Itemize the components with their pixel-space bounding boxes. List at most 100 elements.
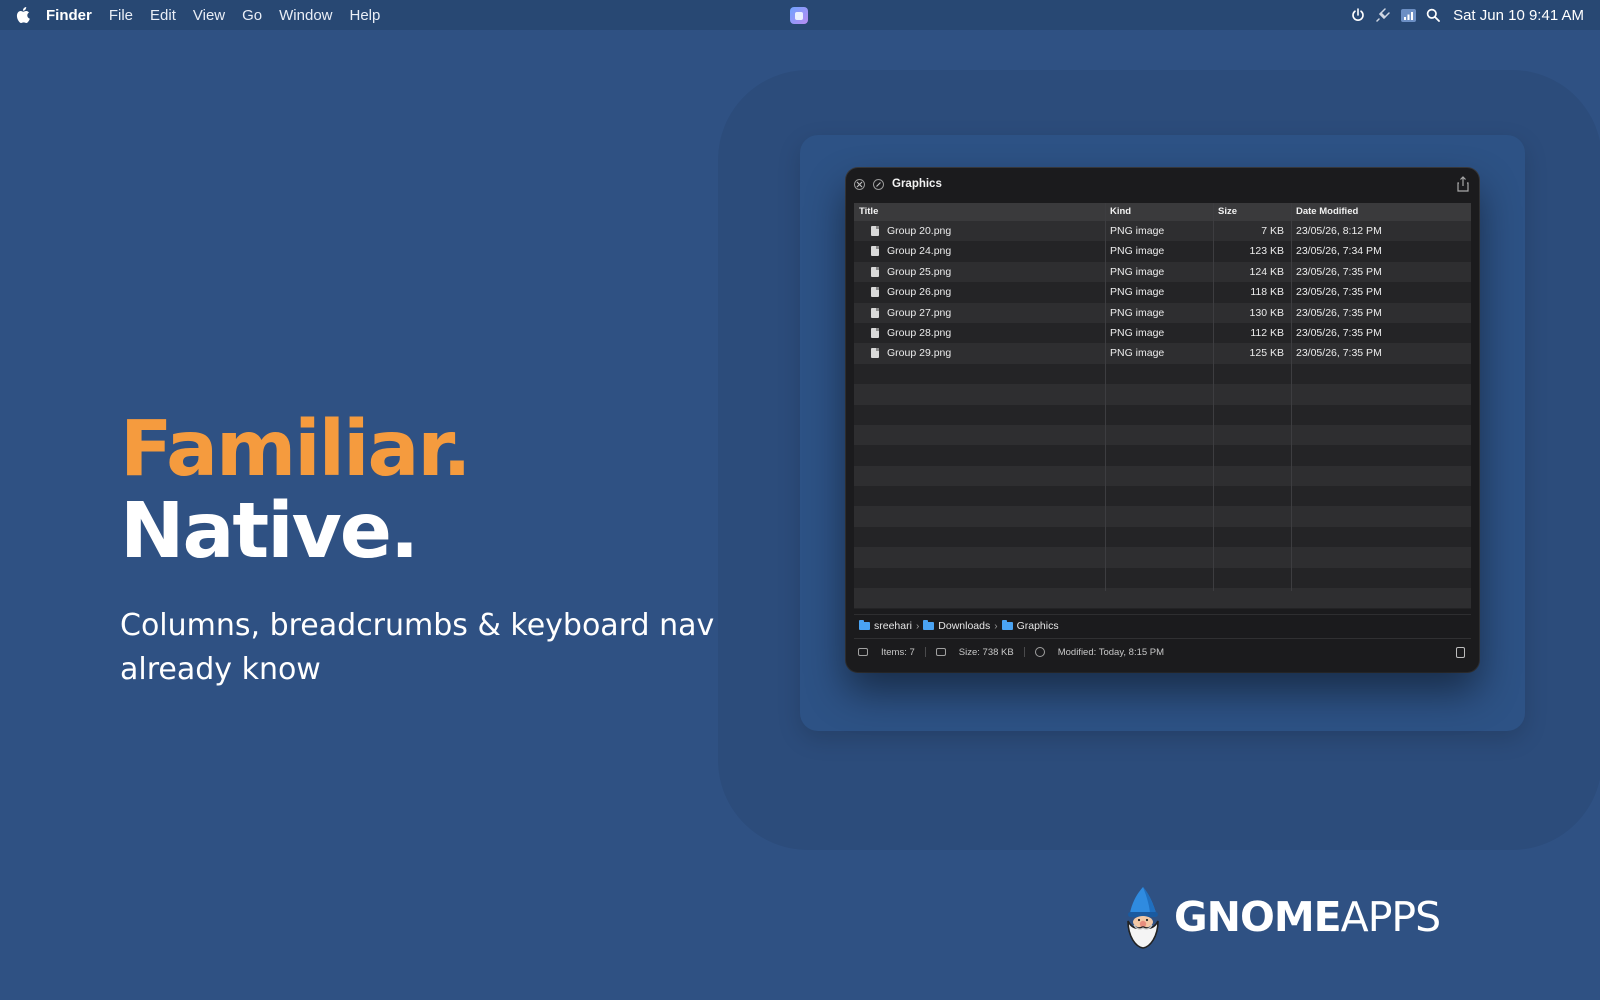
cell-size: 130 KB <box>1249 306 1284 319</box>
empty-row <box>854 445 1471 466</box>
file-icon <box>871 266 879 277</box>
breadcrumb-item-downloads[interactable]: Downloads <box>923 620 990 632</box>
cell-kind: PNG image <box>1110 306 1165 319</box>
cell-size: 118 KB <box>1250 286 1284 299</box>
status-items-count: Items: 7 <box>881 646 915 658</box>
column-header-kind[interactable]: Kind <box>1105 203 1213 221</box>
window-title: Graphics <box>892 178 942 190</box>
breadcrumb-label: Graphics <box>1016 620 1059 632</box>
brand-wordmark-bold: GNOME <box>1174 893 1342 941</box>
hero-subtitle: Columns, breadcrumbs & keyboard nav you … <box>120 608 779 687</box>
cell-kind: PNG image <box>1110 286 1165 299</box>
empty-row <box>854 547 1471 568</box>
app-status-icon[interactable] <box>790 7 808 24</box>
table-row[interactable]: Group 20.png PNG image 7 KB 23/05/26, 8:12 … <box>854 221 1471 242</box>
table-row[interactable]: Group 26.png PNG image 118 KB 23/05/26, 7:3… <box>854 282 1471 303</box>
cell-title: Group 25.png <box>887 265 952 278</box>
menu-edit[interactable]: Edit <box>150 7 176 24</box>
cell-date: 23/05/26, 7:35 PM <box>1296 306 1382 319</box>
status-bar: Items: 7 Size: 738 KB Modified: Today, 8… <box>854 638 1471 665</box>
cell-kind: PNG image <box>1110 225 1165 237</box>
menu-finder[interactable]: Finder <box>46 7 92 24</box>
apple-icon[interactable] <box>16 7 30 23</box>
cell-size: 112 KB <box>1250 326 1284 339</box>
table-row[interactable]: Group 25.png PNG image 124 KB 23/05/26, 7:3… <box>854 261 1471 283</box>
plug-icon[interactable] <box>1375 7 1391 23</box>
file-icon <box>871 307 879 318</box>
cell-date: 23/05/26, 7:35 PM <box>1296 347 1382 360</box>
breadcrumb: sreehari › Downloads › Graphics <box>854 614 1471 637</box>
clock-icon <box>1034 647 1045 657</box>
menu-window[interactable]: Window <box>279 7 332 24</box>
finder-window: Graphics Title Kind Size Date Modified G… <box>846 168 1479 672</box>
menu-go[interactable]: Go <box>242 7 262 24</box>
cell-date: 23/05/26, 7:35 PM <box>1296 265 1382 278</box>
cell-title: Group 24.png <box>887 245 952 258</box>
gnome-mascot-icon <box>1122 885 1164 949</box>
drive-icon <box>858 648 868 656</box>
menu-view[interactable]: View <box>193 7 225 24</box>
power-icon[interactable] <box>1350 7 1366 23</box>
close-button[interactable] <box>854 178 865 190</box>
copy-icon[interactable] <box>1456 647 1465 658</box>
cell-size: 123 KB <box>1249 245 1284 258</box>
empty-row <box>854 567 1471 589</box>
minimize-button[interactable] <box>873 178 884 190</box>
table-row[interactable]: Group 24.png PNG image 123 KB 23/05/26, 7:3… <box>854 241 1471 262</box>
table-row[interactable]: Group 29.png PNG image 125 KB 23/05/26, 7:3… <box>854 343 1471 364</box>
empty-row <box>854 486 1471 507</box>
cell-title: Group 26.png <box>887 286 952 299</box>
empty-row <box>854 363 1471 385</box>
disk-icon <box>935 648 946 656</box>
column-header-title[interactable]: Title <box>854 203 1105 221</box>
cell-title: Group 27.png <box>887 306 952 319</box>
folder-icon <box>1001 620 1013 630</box>
cell-title: Group 20.png <box>887 225 952 237</box>
table-body: Group 20.png PNG image 7 KB 23/05/26, 8:12 … <box>854 221 1471 609</box>
cell-date: 23/05/26, 8:12 PM <box>1296 225 1382 237</box>
column-header-size[interactable]: Size <box>1213 203 1291 221</box>
table-row[interactable]: Group 27.png PNG image 130 KB 23/05/26, 7:3… <box>854 302 1471 323</box>
brand-wordmark: GNOMEAPPS <box>1174 893 1441 941</box>
cell-kind: PNG image <box>1110 347 1165 360</box>
menu-clock[interactable]: Sat Jun 10 9:41 AM <box>1453 7 1584 24</box>
menu-help[interactable]: Help <box>350 7 381 24</box>
folder-icon <box>859 620 870 630</box>
chevron-right-icon: › <box>994 620 998 632</box>
hero-headline-familiar: Familiar. <box>120 405 472 494</box>
empty-row <box>854 384 1471 405</box>
table-row[interactable]: Group 28.png PNG image 112 KB 23/05/26, 7:3… <box>854 322 1471 344</box>
cell-date: 23/05/26, 7:35 PM <box>1296 326 1382 339</box>
status-area: Sat Jun 10 9:41 AM <box>1341 0 1584 30</box>
breadcrumb-item-sreehari[interactable]: sreehari <box>859 620 912 632</box>
cell-title: Group 28.png <box>887 326 952 339</box>
search-icon[interactable] <box>1425 7 1441 23</box>
file-icon <box>871 246 879 257</box>
wifi-icon[interactable] <box>1400 7 1416 23</box>
cell-size: 125 KB <box>1249 347 1284 360</box>
cell-kind: PNG image <box>1110 245 1165 258</box>
file-icon <box>871 287 879 298</box>
divider <box>924 647 926 657</box>
close-icon <box>856 181 863 187</box>
cell-date: 23/05/26, 7:34 PM <box>1296 245 1382 258</box>
empty-row <box>854 465 1471 487</box>
share-icon[interactable] <box>1456 176 1470 192</box>
file-icon <box>871 348 879 359</box>
breadcrumb-label: Downloads <box>938 620 991 632</box>
cell-kind: PNG image <box>1110 326 1165 339</box>
empty-row <box>854 404 1471 425</box>
status-modified: Modified: Today, 8:15 PM <box>1057 646 1165 658</box>
column-header-date-modified[interactable]: Date Modified <box>1291 203 1471 221</box>
column-divider <box>1291 203 1292 591</box>
breadcrumb-item-graphics[interactable]: Graphics <box>1001 620 1059 632</box>
menu-bar: Finder File Edit View Go Window Help Sat… <box>0 0 1600 30</box>
empty-row <box>854 588 1471 609</box>
slash-icon <box>876 181 881 187</box>
cell-size: 124 KB <box>1249 265 1284 278</box>
menu-file[interactable]: File <box>109 7 133 24</box>
cell-title: Group 29.png <box>887 347 952 360</box>
empty-row <box>854 526 1471 548</box>
empty-row <box>854 424 1471 446</box>
empty-row <box>854 506 1471 527</box>
